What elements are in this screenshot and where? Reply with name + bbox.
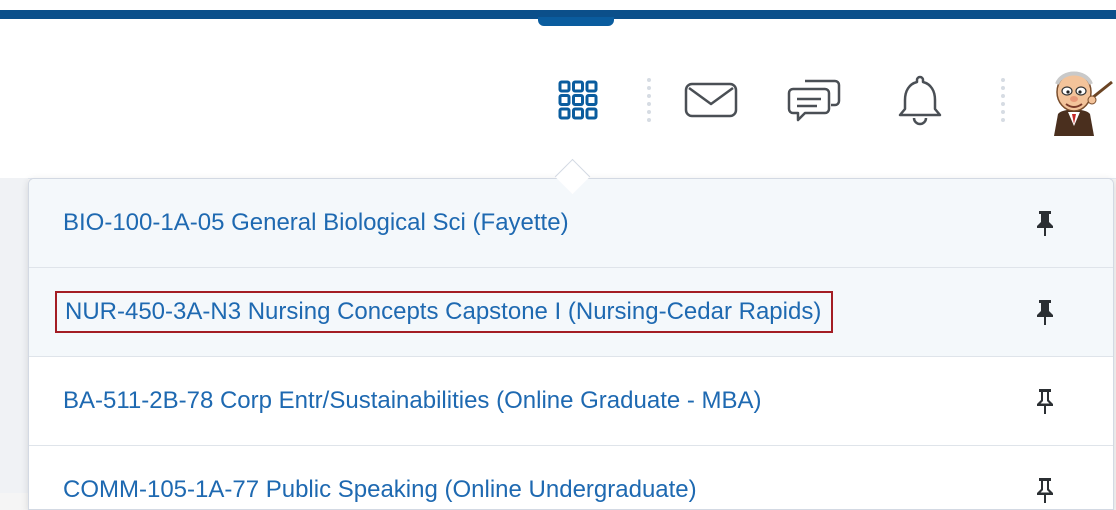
course-list-item[interactable]: BA-511-2B-78 Corp Entr/Sustainabilities … [29,357,1113,446]
course-list-item[interactable]: NUR-450-3A-N3 Nursing Concepts Capstone … [29,268,1113,357]
page-background [0,178,28,493]
navbar-divider [647,78,651,122]
user-avatar[interactable] [1034,64,1116,136]
course-link[interactable]: NUR-450-3A-N3 Nursing Concepts Capstone … [55,291,834,333]
mail-icon[interactable] [681,70,741,130]
navbar-active-indicator [538,17,614,26]
chat-icon[interactable] [785,70,845,130]
pinned-icon[interactable] [1035,297,1055,327]
navbar [0,0,1116,179]
course-list-item[interactable]: COMM-105-1A-77 Public Speaking (Online U… [29,446,1113,509]
course-link[interactable]: BA-511-2B-78 Corp Entr/Sustainabilities … [63,387,762,415]
pinned-icon[interactable] [1035,208,1055,238]
course-selector-dropdown: BIO-100-1A-05 General Biological Sci (Fa… [28,178,1114,510]
course-link[interactable]: BIO-100-1A-05 General Biological Sci (Fa… [63,209,569,237]
bell-icon[interactable] [890,70,950,130]
pin-icon[interactable] [1035,386,1055,416]
apps-grid-icon[interactable] [548,70,608,130]
pin-icon[interactable] [1035,475,1055,505]
navbar-divider [1001,78,1005,122]
course-link[interactable]: COMM-105-1A-77 Public Speaking (Online U… [63,476,697,504]
